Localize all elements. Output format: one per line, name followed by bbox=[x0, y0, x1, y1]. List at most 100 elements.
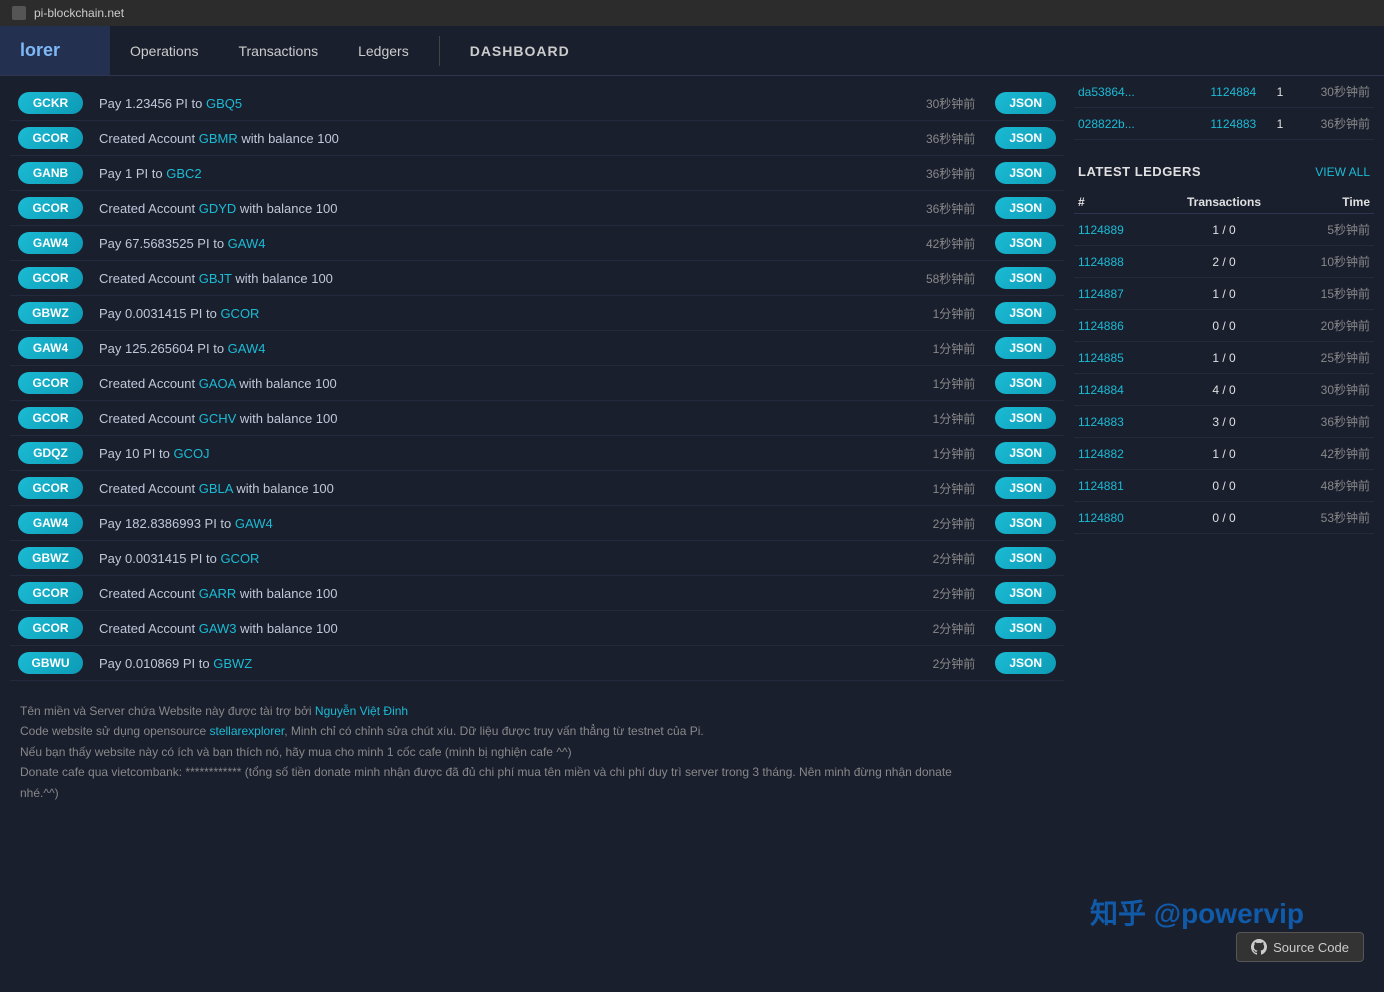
op-badge[interactable]: GBWZ bbox=[18, 302, 83, 324]
op-highlight[interactable]: GAOA bbox=[199, 376, 236, 391]
footer-stellarexplorer-link[interactable]: stellarexplorer bbox=[210, 724, 285, 738]
op-highlight[interactable]: GBQ5 bbox=[206, 96, 242, 111]
footer: Tên miền và Server chứa Website này được… bbox=[10, 681, 970, 813]
op-highlight[interactable]: GAW3 bbox=[199, 621, 237, 636]
json-button[interactable]: JSON bbox=[995, 547, 1056, 569]
op-badge[interactable]: GBWU bbox=[18, 652, 83, 674]
op-badge[interactable]: GCOR bbox=[18, 407, 83, 429]
watermark: Source Code bbox=[1236, 932, 1364, 962]
op-desc: Pay 1.23456 PI to GBQ5 bbox=[99, 96, 906, 111]
op-badge[interactable]: GCKR bbox=[18, 92, 83, 114]
main-container: GCKRPay 1.23456 PI to GBQ530秒钟前JSONGCORC… bbox=[0, 76, 1384, 823]
op-badge[interactable]: GCOR bbox=[18, 267, 83, 289]
json-button[interactable]: JSON bbox=[995, 127, 1056, 149]
op-time: 36秒钟前 bbox=[926, 200, 975, 217]
ledger-time: 25秒钟前 bbox=[1267, 349, 1370, 366]
ledger-num[interactable]: 1124888 bbox=[1078, 255, 1181, 269]
ledger-num[interactable]: 1124885 bbox=[1078, 351, 1181, 365]
op-badge[interactable]: GCOR bbox=[18, 372, 83, 394]
tx-hash[interactable]: da53864... bbox=[1078, 85, 1202, 99]
op-highlight[interactable]: GAW4 bbox=[228, 341, 266, 356]
ledger-num[interactable]: 1124880 bbox=[1078, 511, 1181, 525]
source-code-button[interactable]: Source Code bbox=[1236, 932, 1364, 962]
ledger-num[interactable]: 1124889 bbox=[1078, 223, 1181, 237]
op-badge[interactable]: GBWZ bbox=[18, 547, 83, 569]
op-badge[interactable]: GCOR bbox=[18, 582, 83, 604]
ledger-num[interactable]: 1124884 bbox=[1078, 383, 1181, 397]
op-highlight[interactable]: GCOR bbox=[220, 551, 259, 566]
nav-transactions[interactable]: Transactions bbox=[218, 26, 338, 75]
footer-sponsor-link[interactable]: Nguyễn Việt Đinh bbox=[315, 704, 408, 718]
op-badge[interactable]: GAW4 bbox=[18, 337, 83, 359]
op-badge[interactable]: GCOR bbox=[18, 127, 83, 149]
operations-table: GCKRPay 1.23456 PI to GBQ530秒钟前JSONGCORC… bbox=[10, 86, 1064, 681]
tx-hash[interactable]: 028822b... bbox=[1078, 117, 1202, 131]
json-button[interactable]: JSON bbox=[995, 652, 1056, 674]
json-button[interactable]: JSON bbox=[995, 372, 1056, 394]
op-highlight[interactable]: GBLA bbox=[199, 481, 233, 496]
json-button[interactable]: JSON bbox=[995, 512, 1056, 534]
op-badge[interactable]: GCOR bbox=[18, 197, 83, 219]
nav-operations[interactable]: Operations bbox=[110, 26, 218, 75]
view-all-link[interactable]: VIEW ALL bbox=[1315, 165, 1370, 179]
op-badge[interactable]: GANB bbox=[18, 162, 83, 184]
json-button[interactable]: JSON bbox=[995, 337, 1056, 359]
op-desc: Created Account GAOA with balance 100 bbox=[99, 376, 913, 391]
json-button[interactable]: JSON bbox=[995, 197, 1056, 219]
op-badge[interactable]: GDQZ bbox=[18, 442, 83, 464]
nav-divider bbox=[439, 36, 440, 66]
op-desc: Pay 1 PI to GBC2 bbox=[99, 166, 906, 181]
json-button[interactable]: JSON bbox=[995, 477, 1056, 499]
json-button[interactable]: JSON bbox=[995, 232, 1056, 254]
left-panel: GCKRPay 1.23456 PI to GBQ530秒钟前JSONGCORC… bbox=[0, 76, 1064, 823]
op-desc: Created Account GBJT with balance 100 bbox=[99, 271, 906, 286]
ledger-row: 11248871 / 015秒钟前 bbox=[1074, 278, 1374, 310]
json-button[interactable]: JSON bbox=[995, 302, 1056, 324]
ledger-num[interactable]: 1124886 bbox=[1078, 319, 1181, 333]
ledgers-title: LATEST LEDGERS bbox=[1078, 164, 1201, 179]
ledger-num[interactable]: 1124881 bbox=[1078, 479, 1181, 493]
json-button[interactable]: JSON bbox=[995, 162, 1056, 184]
op-highlight[interactable]: GBJT bbox=[199, 271, 232, 286]
op-time: 2分钟前 bbox=[933, 515, 976, 532]
ledger-num[interactable]: 1124883 bbox=[1078, 415, 1181, 429]
tx-ledger[interactable]: 1124883 bbox=[1202, 117, 1264, 131]
json-button[interactable]: JSON bbox=[995, 92, 1056, 114]
json-button[interactable]: JSON bbox=[995, 442, 1056, 464]
op-highlight[interactable]: GAW4 bbox=[228, 236, 266, 251]
ledger-time: 5秒钟前 bbox=[1267, 221, 1370, 238]
tx-ledger[interactable]: 1124884 bbox=[1202, 85, 1264, 99]
zhihu-watermark: 知乎 @powervip bbox=[1090, 892, 1304, 932]
op-highlight[interactable]: GBWZ bbox=[213, 656, 252, 671]
op-highlight[interactable]: GBMR bbox=[199, 131, 238, 146]
json-button[interactable]: JSON bbox=[995, 582, 1056, 604]
op-highlight[interactable]: GAW4 bbox=[235, 516, 273, 531]
op-highlight[interactable]: GCOR bbox=[220, 306, 259, 321]
ledger-row: 11248882 / 010秒钟前 bbox=[1074, 246, 1374, 278]
op-time: 2分钟前 bbox=[933, 620, 976, 637]
op-badge[interactable]: GAW4 bbox=[18, 232, 83, 254]
op-time: 1分钟前 bbox=[933, 410, 976, 427]
nav-ledgers[interactable]: Ledgers bbox=[338, 26, 429, 75]
nav-dashboard[interactable]: DASHBOARD bbox=[450, 26, 590, 75]
json-button[interactable]: JSON bbox=[995, 407, 1056, 429]
json-button[interactable]: JSON bbox=[995, 267, 1056, 289]
op-badge[interactable]: GCOR bbox=[18, 477, 83, 499]
op-highlight[interactable]: GARR bbox=[199, 586, 237, 601]
ledger-tx: 0 / 0 bbox=[1181, 319, 1267, 333]
recent-tx-table: da53864...1124884130秒钟前028822b...1124883… bbox=[1074, 76, 1374, 140]
op-highlight[interactable]: GCOJ bbox=[173, 446, 209, 461]
json-button[interactable]: JSON bbox=[995, 617, 1056, 639]
op-badge[interactable]: GAW4 bbox=[18, 512, 83, 534]
ledger-num[interactable]: 1124887 bbox=[1078, 287, 1181, 301]
op-highlight[interactable]: GCHV bbox=[199, 411, 237, 426]
op-desc: Created Account GBLA with balance 100 bbox=[99, 481, 913, 496]
op-highlight[interactable]: GBC2 bbox=[166, 166, 201, 181]
ledger-tx: 0 / 0 bbox=[1181, 511, 1267, 525]
op-highlight[interactable]: GDYD bbox=[199, 201, 237, 216]
op-badge[interactable]: GCOR bbox=[18, 617, 83, 639]
nav-links: Operations Transactions Ledgers DASHBOAR… bbox=[110, 26, 590, 75]
ledger-tx: 1 / 0 bbox=[1181, 223, 1267, 237]
ledger-num[interactable]: 1124882 bbox=[1078, 447, 1181, 461]
op-desc: Pay 67.5683525 PI to GAW4 bbox=[99, 236, 906, 251]
